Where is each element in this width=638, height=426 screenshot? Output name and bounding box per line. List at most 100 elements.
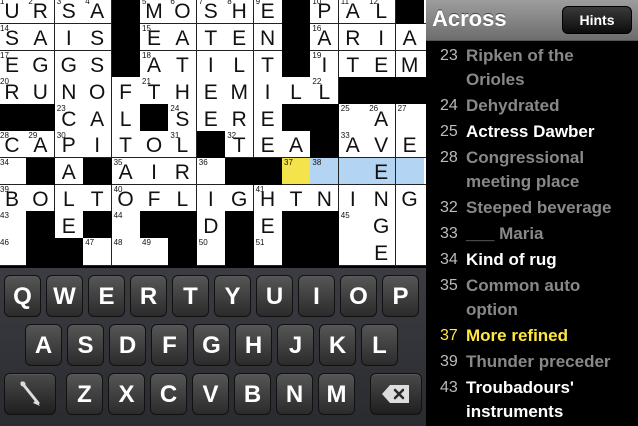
clue-item[interactable]: 24 Dehydrated xyxy=(426,92,638,118)
clue-list[interactable]: 23 Ripken of the Orioles 24 Dehydrated 25 Act… xyxy=(426,42,638,424)
grid-cell[interactable]: O xyxy=(83,77,113,105)
grid-cell[interactable]: G xyxy=(26,50,56,78)
clue-item[interactable]: 39 Thunder preceder xyxy=(426,348,638,374)
grid-cell[interactable]: I xyxy=(54,23,84,52)
grid-cell[interactable]: E xyxy=(225,23,255,52)
grid-cell[interactable]: 41 H xyxy=(253,184,283,212)
grid-cell[interactable]: 40 O xyxy=(111,184,141,212)
key-m[interactable]: M xyxy=(318,373,355,415)
grid-cell[interactable]: E xyxy=(253,211,283,239)
grid-cell[interactable]: I xyxy=(253,77,283,105)
grid-cell[interactable]: A xyxy=(395,23,425,52)
key-e[interactable]: E xyxy=(88,275,125,317)
grid-cell[interactable]: 29 A xyxy=(26,131,56,159)
grid-cell[interactable]: N xyxy=(253,23,283,52)
grid-cell[interactable]: 36 xyxy=(196,157,226,186)
grid-cell[interactable]: 34 xyxy=(0,157,27,186)
key-w[interactable]: W xyxy=(46,275,83,317)
key-v[interactable]: V xyxy=(192,373,229,415)
grid-cell[interactable]: 5M xyxy=(140,0,169,25)
grid-cell[interactable]: 27 xyxy=(395,104,425,132)
grid-cell[interactable]: H xyxy=(168,77,198,105)
grid-cell[interactable]: F xyxy=(111,77,141,105)
grid-cell[interactable]: 33 A xyxy=(338,131,368,159)
grid-cell[interactable]: 30 P xyxy=(54,131,84,159)
key-u[interactable]: U xyxy=(256,275,293,317)
grid-cell[interactable]: E xyxy=(196,104,226,132)
grid-cell[interactable]: E xyxy=(196,77,226,105)
grid-cell[interactable]: 32 T xyxy=(225,131,255,159)
grid-cell[interactable]: V xyxy=(367,131,397,159)
grid-cell[interactable]: 48 xyxy=(111,238,141,266)
grid-cell[interactable]: 46 xyxy=(0,238,27,266)
grid-cell[interactable]: T xyxy=(111,131,141,159)
grid-cell[interactable]: 21 T xyxy=(140,77,169,105)
clue-item[interactable]: 43 Troubadours' instruments xyxy=(426,374,638,424)
grid-cell[interactable]: 44 xyxy=(111,211,141,239)
grid-cell[interactable]: E xyxy=(367,50,397,78)
grid-cell[interactable]: T xyxy=(83,184,113,212)
grid-cell[interactable]: 31 L xyxy=(168,131,198,159)
grid-cell[interactable]: 4A xyxy=(83,0,113,25)
grid-cell[interactable]: M xyxy=(395,50,425,78)
clue-item[interactable]: 34 Kind of rug xyxy=(426,246,638,272)
key-x[interactable]: X xyxy=(108,373,145,415)
clue-item[interactable]: 23 Ripken of the Orioles xyxy=(426,42,638,92)
grid-cell[interactable]: A xyxy=(168,23,198,52)
grid-cell[interactable]: G xyxy=(225,184,255,212)
grid-cell[interactable]: G xyxy=(54,50,84,78)
grid-cell[interactable]: A xyxy=(83,104,113,132)
key-s[interactable]: S xyxy=(67,324,104,366)
grid-cell[interactable]: 12 L xyxy=(367,0,397,25)
grid-cell[interactable]: A xyxy=(26,23,56,52)
grid-cell[interactable]: E xyxy=(367,157,397,186)
grid-cell[interactable]: 8H xyxy=(225,0,255,25)
grid-cell[interactable]: O xyxy=(26,184,56,212)
grid-cell[interactable] xyxy=(395,211,425,239)
grid-cell[interactable]: 50 xyxy=(196,238,226,266)
grid-cell[interactable]: 3S xyxy=(54,0,84,25)
grid-cell[interactable]: N xyxy=(54,77,84,105)
key-h[interactable]: H xyxy=(235,324,272,366)
grid-cell[interactable]: I xyxy=(83,131,113,159)
grid-cell[interactable]: E xyxy=(253,131,283,159)
grid-cell[interactable]: R xyxy=(168,157,198,186)
key-q[interactable]: Q xyxy=(4,275,41,317)
grid-cell[interactable]: 15 E xyxy=(140,23,169,52)
grid-cell[interactable]: S xyxy=(83,23,113,52)
grid-cell[interactable]: 47 xyxy=(83,238,113,266)
grid-cell[interactable]: M xyxy=(225,77,255,105)
grid-cell[interactable]: T xyxy=(196,23,226,52)
clue-item[interactable]: 37 More refined xyxy=(426,322,638,348)
grid-cell[interactable]: 25 xyxy=(338,104,368,132)
grid-cell[interactable]: L xyxy=(168,184,198,212)
key-j[interactable]: J xyxy=(277,324,314,366)
key-f[interactable]: F xyxy=(151,324,188,366)
grid-cell[interactable]: I xyxy=(196,184,226,212)
grid-cell[interactable] xyxy=(395,157,425,186)
grid-cell[interactable]: F xyxy=(140,184,169,212)
key-c[interactable]: C xyxy=(150,373,187,415)
key-z[interactable]: Z xyxy=(66,373,103,415)
grid-cell[interactable]: E xyxy=(54,211,84,239)
grid-cell[interactable]: O xyxy=(140,131,169,159)
clue-item[interactable]: 25 Actress Dawber xyxy=(426,118,638,144)
grid-cell[interactable]: 6O xyxy=(168,0,198,25)
key-r[interactable]: R xyxy=(130,275,167,317)
grid-cell[interactable] xyxy=(338,157,368,186)
grid-cell[interactable]: I xyxy=(140,157,169,186)
grid-cell[interactable]: T xyxy=(168,50,198,78)
grid-cell[interactable]: I xyxy=(196,50,226,78)
grid-cell[interactable]: 45 xyxy=(338,211,368,239)
key-n[interactable]: N xyxy=(276,373,313,415)
grid-cell[interactable]: 22 L xyxy=(310,77,340,105)
grid-cell[interactable]: 2R xyxy=(26,0,56,25)
grid-cell[interactable] xyxy=(395,238,425,266)
key-p[interactable]: P xyxy=(382,275,419,317)
grid-cell[interactable]: 28 C xyxy=(0,131,27,159)
grid-cell[interactable]: 49 xyxy=(140,238,169,266)
grid-cell[interactable]: 51 xyxy=(253,238,283,266)
key-t[interactable]: T xyxy=(172,275,209,317)
grid-cell[interactable]: L xyxy=(282,77,311,105)
clue-item[interactable]: 35 Common auto option xyxy=(426,272,638,322)
